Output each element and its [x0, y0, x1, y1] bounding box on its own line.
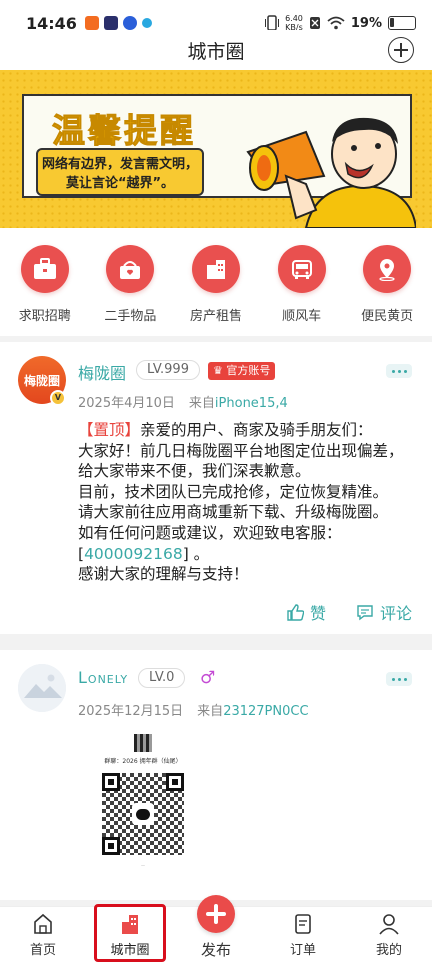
publish-button[interactable]: 发布: [184, 895, 248, 964]
order-list-icon: [295, 914, 311, 934]
highlight-annotation-box: [94, 904, 166, 962]
official-badge: ♛ 官方账号: [208, 362, 276, 380]
post-card: Lonely LV.0 ♂ 2025年12月15日 来自23127PN0CC 群聊…: [0, 650, 432, 900]
location-pin-icon: [363, 245, 412, 293]
level-badge: LV.999: [136, 360, 200, 380]
bottom-tab-bar: 首页 城市圈 发布 订单 我的: [0, 895, 432, 964]
more-options-icon[interactable]: [386, 672, 412, 686]
comment-icon: [357, 605, 373, 621]
group-avatar-thumbnail: [134, 734, 152, 752]
banner-speech-box: 网络有边界，发言需文明， 莫让言论“越界”。: [36, 148, 204, 196]
building-icon: [191, 245, 240, 293]
post-meta: 2025年4月10日 来自iPhone15,4: [78, 392, 288, 411]
banner-line-1: 网络有边界，发言需文明，: [41, 157, 198, 172]
page-title: 城市圈: [187, 40, 245, 63]
home-icon: [34, 913, 52, 934]
phone-link[interactable]: 4000092168: [84, 545, 183, 563]
app-notification-icon: [122, 16, 137, 30]
tab-label: 发布: [200, 941, 231, 959]
banner-line-2: 莫让言论“越界”。: [65, 176, 175, 191]
tab-home[interactable]: 首页: [8, 913, 78, 958]
vibrate-icon: [265, 15, 280, 31]
group-qr-image[interactable]: 群聊：2026 拥年群（仙尾） —: [80, 734, 206, 890]
post-username[interactable]: Lonely: [78, 668, 128, 687]
tab-orders[interactable]: 订单: [268, 913, 338, 958]
post-source-label: 来自: [188, 396, 215, 411]
tab-label: 订单: [289, 943, 316, 958]
avatar[interactable]: [18, 664, 66, 712]
post-date: 2025年4月10日: [78, 396, 175, 411]
qr-caption: 群聊：2026 拥年群（仙尾）: [104, 758, 182, 765]
top-header: 城市圈: [0, 30, 432, 70]
category-label: 房产租售: [189, 309, 242, 324]
comment-label: 评论: [379, 604, 412, 623]
tab-label: 我的: [375, 943, 402, 958]
post-meta: 2025年12月15日 来自23127PN0CC: [78, 700, 309, 719]
more-options-icon[interactable]: [386, 364, 412, 378]
tab-mine[interactable]: 我的: [354, 913, 424, 958]
qr-code: [102, 773, 184, 855]
basket-icon: [106, 245, 155, 293]
category-jobs[interactable]: 求职招聘: [3, 228, 87, 336]
pinned-tag: 【置顶】: [78, 421, 141, 439]
app-notification-icon: [84, 16, 99, 30]
category-label: 顺风车: [282, 309, 322, 324]
like-button[interactable]: 赞: [286, 600, 326, 624]
user-icon: [379, 914, 399, 935]
category-carpool[interactable]: 顺风车: [260, 228, 344, 336]
thumbs-up-icon: [287, 604, 304, 621]
post-actions: 赞 评论: [286, 600, 412, 624]
category-label: 便民黄页: [361, 309, 414, 324]
sim-off-icon: [309, 17, 320, 29]
plus-icon: [197, 895, 235, 933]
wechat-logo-icon: [132, 803, 154, 825]
post-body[interactable]: 【置顶】亲爱的用户、商家及骑手朋友们： 大家好！前几日梅陇圈平台地图定位出现偏差…: [78, 420, 418, 585]
male-gender-icon: ♂: [200, 668, 216, 688]
category-housing[interactable]: 房产租售: [174, 228, 258, 336]
app-notification-icon: [103, 16, 118, 30]
reminder-banner[interactable]: 温馨提醒 网络有边界，发言需文明， 莫让言论“越界”。: [0, 70, 432, 228]
megaphone-man-illustration: [246, 117, 416, 228]
verified-badge-icon: V: [50, 390, 66, 406]
qr-footer: —: [141, 863, 145, 868]
battery-icon: [388, 16, 416, 30]
battery-percent: 19%: [350, 15, 382, 31]
post-device: 23127PN0CC: [223, 704, 309, 719]
level-badge: LV.0: [138, 668, 186, 688]
wifi-icon: [327, 16, 345, 30]
category-label: 二手物品: [104, 309, 157, 324]
comment-button[interactable]: 评论: [356, 600, 412, 624]
like-label: 赞: [309, 604, 326, 623]
banner-headline: 温馨提醒: [52, 111, 196, 151]
post-username[interactable]: 梅陇圈: [78, 360, 126, 384]
briefcase-icon: [20, 245, 69, 293]
category-label: 求职招聘: [18, 309, 71, 324]
app-screen: 14:46 6.40 KB/s 19% 城市圈 温馨提醒 网络有边界，发言需文明，…: [0, 0, 432, 964]
category-yellow-pages[interactable]: 便民黄页: [345, 228, 429, 336]
post-source-label: 来自: [197, 704, 224, 719]
post-card: 梅陇圈 V 梅陇圈 LV.999 ♛ 官方账号 2025年4月10日 来自iPho…: [0, 342, 432, 634]
category-secondhand[interactable]: 二手物品: [88, 228, 172, 336]
car-icon: [277, 245, 326, 293]
post-device: iPhone15,4: [214, 396, 288, 411]
tab-label: 首页: [29, 943, 56, 958]
post-date: 2025年12月15日: [78, 704, 184, 719]
category-grid: 求职招聘 二手物品 房产租售 顺风车 便民黄页: [0, 228, 432, 336]
app-notification-icon: [141, 18, 152, 28]
add-post-icon[interactable]: [388, 37, 414, 63]
